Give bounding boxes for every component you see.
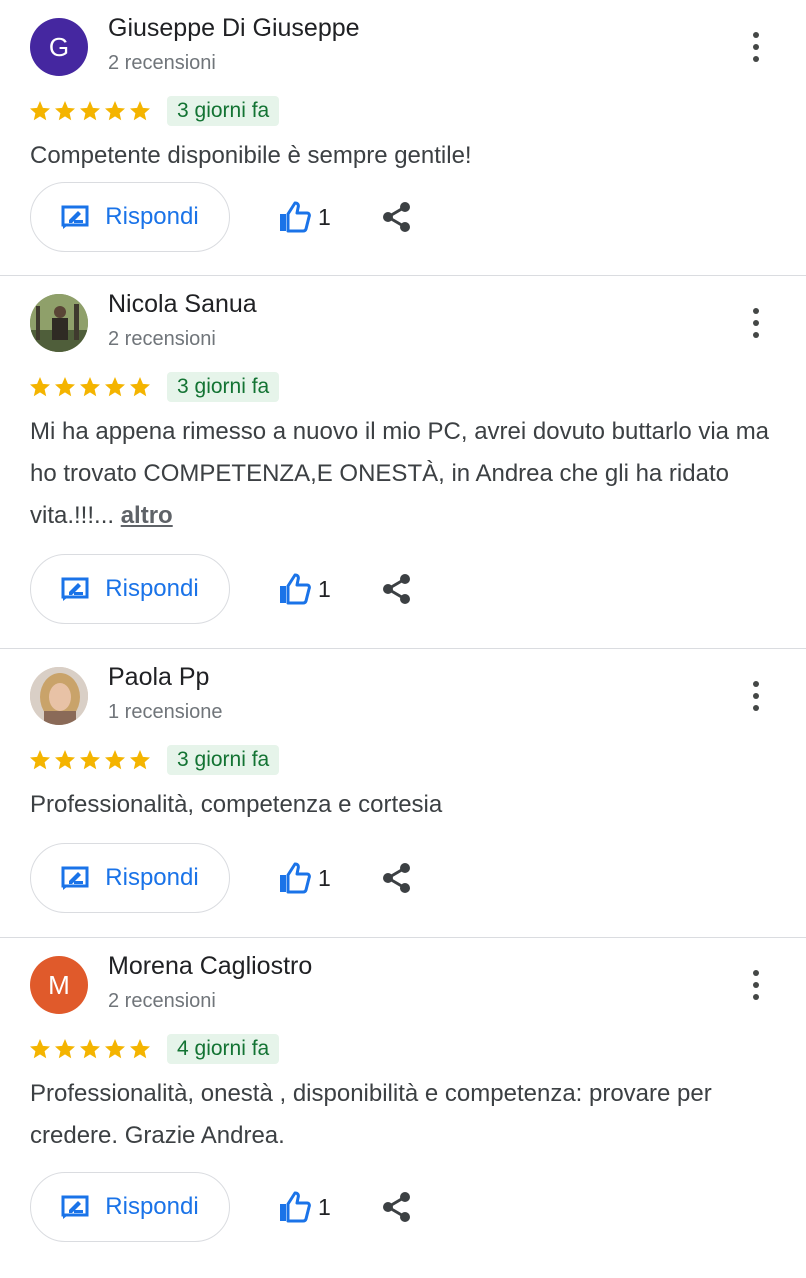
star-icon	[80, 750, 100, 770]
rating-row: 3 giorni fa	[28, 372, 280, 402]
review-actions: Rispondi 1	[30, 554, 413, 624]
more-vert-icon	[753, 308, 759, 314]
star-icon	[80, 1039, 100, 1059]
review-text: Professionalità, onestà , disponibilità …	[30, 1080, 712, 1149]
star-rating	[28, 1037, 153, 1061]
star-rating	[28, 375, 153, 399]
review-count: 1 recensione	[108, 701, 223, 723]
share-icon[interactable]	[381, 573, 413, 605]
reply-label: Rispondi	[105, 575, 199, 602]
review-date: 3 giorni fa	[167, 96, 280, 126]
avatar[interactable]	[30, 667, 88, 725]
rating-row: 3 giorni fa	[28, 96, 280, 126]
avatar-photo	[30, 667, 88, 725]
review-card: Paola Pp 1 recensione 3 giorni fa Profes…	[0, 649, 806, 938]
reviewer-name[interactable]: Giuseppe Di Giuseppe	[108, 14, 360, 43]
star-icon	[80, 377, 100, 397]
star-icon	[130, 101, 150, 121]
like-button[interactable]: 1	[276, 860, 331, 896]
reply-edit-icon	[61, 866, 89, 890]
like-button[interactable]: 1	[276, 1189, 331, 1225]
avatar[interactable]: G	[30, 18, 88, 76]
more-vert-icon	[753, 970, 759, 976]
reply-label: Rispondi	[105, 864, 199, 891]
reviewer-name[interactable]: Paola Pp	[108, 663, 209, 692]
reply-button[interactable]: Rispondi	[30, 1172, 230, 1242]
reviewer-name[interactable]: Nicola Sanua	[108, 290, 257, 319]
like-count: 1	[318, 1193, 331, 1220]
reply-button[interactable]: Rispondi	[30, 843, 230, 913]
reply-button[interactable]: Rispondi	[30, 554, 230, 624]
review-card: G Giuseppe Di Giuseppe 2 recensioni 3 gi…	[0, 0, 806, 276]
reply-button[interactable]: Rispondi	[30, 182, 230, 252]
review-actions: Rispondi 1	[30, 843, 413, 913]
review-text: Professionalità, competenza e cortesia	[30, 791, 443, 818]
review-date: 4 giorni fa	[167, 1034, 280, 1064]
reviewer-name[interactable]: Morena Cagliostro	[108, 952, 312, 981]
star-icon	[130, 377, 150, 397]
share-icon[interactable]	[381, 1191, 413, 1223]
star-rating	[28, 748, 153, 772]
thumb-up-icon	[280, 573, 311, 605]
rating-row: 3 giorni fa	[28, 745, 280, 775]
star-icon	[55, 101, 75, 121]
review-count: 2 recensioni	[108, 52, 216, 74]
star-icon	[105, 101, 125, 121]
reviews-feed: G Giuseppe Di Giuseppe 2 recensioni 3 gi…	[0, 0, 806, 1278]
review-count: 2 recensioni	[108, 328, 216, 350]
review-actions: Rispondi 1	[30, 182, 413, 252]
like-count: 1	[318, 203, 331, 230]
star-icon	[105, 377, 125, 397]
avatar[interactable]: M	[30, 956, 88, 1014]
star-icon	[55, 1039, 75, 1059]
review-text: Mi ha appena rimesso a nuovo il mio PC, …	[30, 411, 778, 537]
star-icon	[55, 750, 75, 770]
star-rating	[28, 99, 153, 123]
avatar[interactable]	[30, 294, 88, 352]
like-count: 1	[318, 864, 331, 891]
avatar-photo	[30, 294, 88, 352]
avatar-initial: G	[48, 31, 70, 62]
reply-edit-icon	[61, 1195, 89, 1219]
star-icon	[105, 750, 125, 770]
reply-edit-icon	[61, 577, 89, 601]
star-icon	[30, 101, 50, 121]
reply-edit-icon	[61, 205, 89, 229]
reply-label: Rispondi	[105, 1193, 199, 1220]
more-options-button[interactable]	[744, 306, 768, 340]
more-options-button[interactable]	[744, 679, 768, 713]
like-button[interactable]: 1	[276, 199, 331, 235]
review-actions: Rispondi 1	[30, 1172, 413, 1242]
star-icon	[30, 377, 50, 397]
like-count: 1	[318, 575, 331, 602]
star-icon	[105, 1039, 125, 1059]
rating-row: 4 giorni fa	[28, 1034, 280, 1064]
share-icon[interactable]	[381, 201, 413, 233]
review-card: M Morena Cagliostro 2 recensioni 4 giorn…	[0, 938, 806, 1278]
thumb-up-icon	[280, 201, 311, 233]
review-date: 3 giorni fa	[167, 745, 280, 775]
star-icon	[130, 1039, 150, 1059]
review-card: Nicola Sanua 2 recensioni 3 giorni fa Mi…	[0, 276, 806, 649]
star-icon	[80, 101, 100, 121]
more-vert-icon	[753, 32, 759, 38]
thumb-up-icon	[280, 1191, 311, 1223]
more-vert-icon	[753, 681, 759, 687]
review-count: 2 recensioni	[108, 990, 216, 1012]
like-button[interactable]: 1	[276, 571, 331, 607]
star-icon	[30, 1039, 50, 1059]
star-icon	[55, 377, 75, 397]
star-icon	[130, 750, 150, 770]
reply-label: Rispondi	[105, 203, 199, 230]
more-options-button[interactable]	[744, 30, 768, 64]
read-more-link[interactable]: altro	[121, 502, 173, 529]
review-date: 3 giorni fa	[167, 372, 280, 402]
share-icon[interactable]	[381, 862, 413, 894]
avatar-initial: M	[48, 969, 70, 1000]
review-text: Competente disponibile è sempre gentile!	[30, 142, 472, 169]
thumb-up-icon	[280, 862, 311, 894]
more-options-button[interactable]	[744, 968, 768, 1002]
star-icon	[30, 750, 50, 770]
